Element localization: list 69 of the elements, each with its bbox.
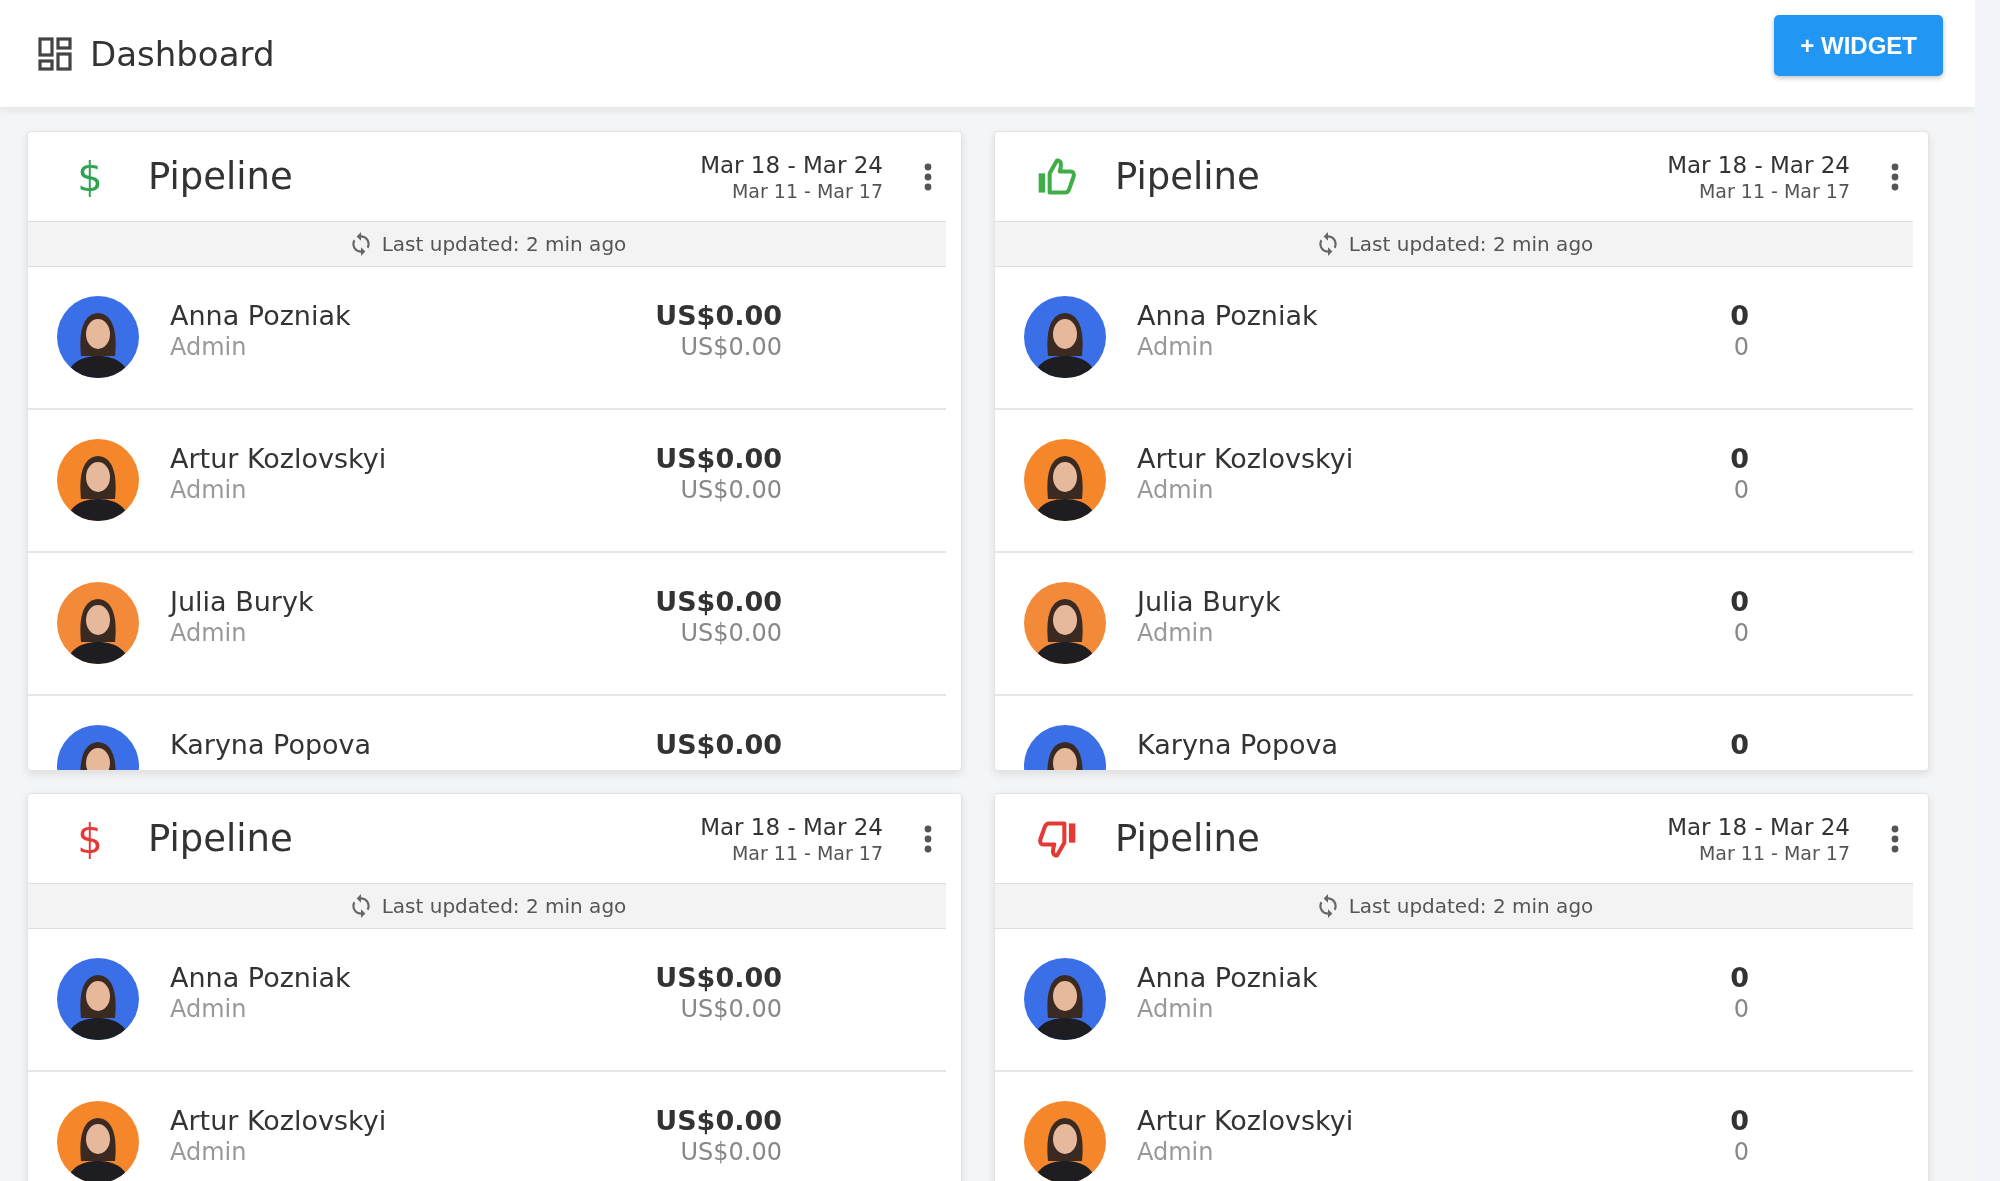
date-range: Mar 18 - Mar 24 (700, 151, 883, 178)
person-role: Admin (170, 619, 248, 647)
previous-value: US$0.00 (680, 995, 782, 1023)
person-role: Admin (170, 995, 248, 1023)
person-role: Admin (170, 1138, 248, 1166)
person-name: Anna Pozniak (170, 300, 351, 331)
widget-title: Pipeline (148, 155, 293, 198)
person-name: Artur Kozlovskyi (1137, 443, 1354, 474)
person-name: Artur Kozlovskyi (1137, 1105, 1354, 1136)
current-value: US$0.00 (655, 729, 782, 760)
date-range: Mar 18 - Mar 24 (1667, 151, 1850, 178)
previous-value: 0 (1733, 333, 1749, 361)
widget-title: Pipeline (1115, 155, 1260, 198)
last-updated-text: Last updated: 2 min ago (381, 232, 627, 256)
dollar-icon: $ (77, 156, 103, 197)
person-role: Admin (1137, 476, 1215, 504)
widget-title: Pipeline (148, 817, 293, 860)
previous-date-range: Mar 11 - Mar 17 (1698, 179, 1850, 202)
previous-date-range: Mar 11 - Mar 17 (1698, 841, 1850, 864)
date-range: Mar 18 - Mar 24 (1667, 813, 1850, 840)
date-range: Mar 18 - Mar 24 (700, 813, 883, 840)
person-name: Karyna Popova (1137, 729, 1339, 760)
current-value: 0 (1730, 962, 1749, 993)
previous-value: 0 (1733, 995, 1749, 1023)
person-name: Anna Pozniak (170, 962, 351, 993)
person-role: Admin (170, 333, 248, 361)
previous-date-range: Mar 11 - Mar 17 (731, 841, 883, 864)
more-menu-icon[interactable] (923, 823, 933, 854)
person-role: Admin (170, 476, 248, 504)
previous-value: 0 (1733, 619, 1749, 647)
previous-value: 0 (1733, 1138, 1749, 1166)
previous-value: US$0.00 (680, 1138, 782, 1166)
dollar-icon: $ (77, 818, 103, 859)
person-name: Karyna Popova (170, 729, 372, 760)
person-name: Anna Pozniak (1137, 962, 1318, 993)
person-name: Artur Kozlovskyi (170, 1105, 387, 1136)
current-value: US$0.00 (655, 1105, 782, 1136)
person-name: Anna Pozniak (1137, 300, 1318, 331)
current-value: 0 (1730, 1105, 1749, 1136)
previous-date-range: Mar 11 - Mar 17 (731, 179, 883, 202)
more-menu-icon[interactable] (1890, 161, 1900, 192)
last-updated-text: Last updated: 2 min ago (381, 894, 627, 918)
person-name: Artur Kozlovskyi (170, 443, 387, 474)
previous-value: 0 (1733, 476, 1749, 504)
current-value: 0 (1730, 443, 1749, 474)
current-value: US$0.00 (655, 300, 782, 331)
person-name: Julia Buryk (170, 586, 314, 617)
last-updated-text: Last updated: 2 min ago (1348, 232, 1594, 256)
person-role: Admin (1137, 619, 1215, 647)
person-role: Admin (1137, 995, 1215, 1023)
widget-title: Pipeline (1115, 817, 1260, 860)
current-value: 0 (1730, 586, 1749, 617)
previous-value: US$0.00 (680, 476, 782, 504)
last-updated-text: Last updated: 2 min ago (1348, 894, 1594, 918)
current-value: US$0.00 (655, 962, 782, 993)
previous-value: US$0.00 (680, 619, 782, 647)
person-name: Julia Buryk (1137, 586, 1281, 617)
more-menu-icon[interactable] (923, 161, 933, 192)
current-value: US$0.00 (655, 586, 782, 617)
person-role: Admin (1137, 333, 1215, 361)
person-role: Admin (1137, 1138, 1215, 1166)
more-menu-icon[interactable] (1890, 823, 1900, 854)
current-value: US$0.00 (655, 443, 782, 474)
current-value: 0 (1730, 300, 1749, 331)
previous-value: US$0.00 (680, 333, 782, 361)
current-value: 0 (1730, 729, 1749, 760)
add-widget-button[interactable]: + WIDGET (1774, 15, 1943, 76)
page-title: Dashboard (90, 33, 275, 74)
dashboard-icon (38, 36, 72, 71)
